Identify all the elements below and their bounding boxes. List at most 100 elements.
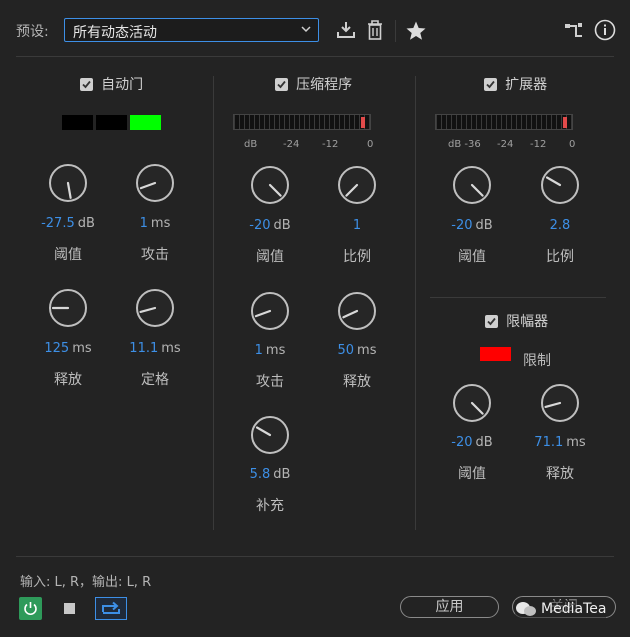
limiter-indicator-label: 限制 [523, 353, 551, 369]
watermark-text: MediaTea [541, 601, 607, 617]
route-icon[interactable] [564, 21, 584, 45]
expander-scale-12: -12 [530, 139, 547, 150]
compressor-toggle[interactable]: 压缩程序 [275, 74, 352, 94]
expander-1-label: 阈值 [458, 249, 486, 265]
compressor-scale-24: -24 [283, 139, 300, 150]
compressor-meter [233, 114, 371, 130]
gate-toggle[interactable]: 自动门 [80, 74, 143, 94]
compressor-1-value[interactable]: -20 dB [225, 218, 315, 233]
compressor-2-value-number[interactable]: 1 [353, 218, 361, 233]
compressor-3-value[interactable]: 1 ms [225, 343, 315, 358]
limiter-indicator [480, 347, 511, 361]
gate-4-value[interactable]: 11.1 ms [110, 341, 200, 356]
compressor-scale-12: -12 [322, 139, 339, 150]
checkbox-checked-icon[interactable] [485, 315, 498, 328]
io-routing-text: 输入: L, R，输出: L, R [20, 575, 152, 590]
gate-4-label: 定格 [141, 372, 169, 388]
limiter-2-value-unit: ms [566, 435, 586, 450]
power-icon [24, 602, 37, 616]
gate-2-value-unit: ms [150, 216, 171, 231]
expander-1-value[interactable]: -20 dB [427, 218, 517, 233]
gate-3-value[interactable]: 125 ms [23, 341, 113, 356]
compressor-5-value-unit: dB [273, 467, 291, 482]
compressor-4-value-number[interactable]: 50 [338, 343, 355, 358]
compressor-4-knob[interactable] [337, 291, 377, 331]
compressor-4-value[interactable]: 50 ms [312, 343, 402, 358]
compressor-5-label: 补充 [256, 498, 284, 514]
gate-4-knob[interactable] [135, 288, 175, 328]
gate-1-value[interactable]: -27.5 dB [23, 216, 113, 231]
expander-1-knob[interactable] [452, 165, 492, 205]
limiter-1-knob[interactable] [452, 383, 492, 423]
limiter-1-label: 阈值 [458, 466, 486, 482]
apply-button[interactable]: 应用 [400, 596, 499, 618]
expander-2-value-number[interactable]: 2.8 [550, 218, 571, 233]
chevron-down-icon [300, 22, 312, 40]
preset-dropdown[interactable]: 所有动态活动 [64, 18, 319, 42]
compressor-5-value-number[interactable]: 5.8 [250, 467, 271, 482]
expander-2-value[interactable]: 2.8 [515, 218, 605, 233]
gate-1-label: 阈值 [54, 247, 82, 263]
gate-4-value-number[interactable]: 11.1 [129, 341, 158, 356]
gate-1-value-number[interactable]: -27.5 [41, 216, 75, 231]
gate-2-knob[interactable] [135, 163, 175, 203]
power-button[interactable] [19, 597, 42, 620]
expander-title: 扩展器 [505, 77, 548, 93]
download-icon[interactable] [335, 20, 357, 44]
compressor-3-value-unit: ms [265, 343, 286, 358]
loop-button[interactable] [95, 597, 127, 620]
compressor-2-value[interactable]: 1 [312, 218, 402, 233]
compressor-1-label: 阈值 [256, 249, 284, 265]
star-icon[interactable] [405, 20, 427, 46]
gate-title: 自动门 [101, 77, 144, 93]
gate-led-1 [62, 115, 93, 130]
gate-level-leds [62, 115, 161, 130]
stop-button[interactable] [64, 603, 75, 614]
compressor-scale-0: 0 [367, 139, 374, 150]
gate-4-value-unit: ms [161, 341, 181, 356]
compressor-3-value-number[interactable]: 1 [255, 343, 263, 358]
limiter-2-label: 释放 [546, 466, 574, 482]
limiter-1-value[interactable]: -20 dB [427, 435, 517, 450]
gate-3-label: 释放 [54, 372, 82, 388]
compressor-5-knob[interactable] [250, 415, 290, 455]
gate-2-value[interactable]: 1 ms [110, 216, 200, 231]
gate-led-2 [96, 115, 127, 130]
compressor-4-value-unit: ms [357, 343, 377, 358]
checkbox-checked-icon[interactable] [80, 78, 93, 91]
gate-1-value-unit: dB [77, 216, 95, 231]
wechat-icon [516, 602, 536, 616]
watermark: MediaTea [515, 600, 607, 618]
compressor-3-knob[interactable] [250, 291, 290, 331]
limiter-2-value-number[interactable]: 71.1 [534, 435, 563, 450]
expander-toggle[interactable]: 扩展器 [484, 74, 547, 94]
compressor-2-label: 比例 [343, 249, 371, 265]
expander-1-value-number[interactable]: -20 [451, 218, 472, 233]
expander-2-knob[interactable] [540, 165, 580, 205]
gate-2-value-number[interactable]: 1 [140, 216, 148, 231]
gate-3-value-unit: ms [72, 341, 92, 356]
limiter-2-knob[interactable] [540, 383, 580, 423]
compressor-5-value[interactable]: 5.8 dB [225, 467, 315, 482]
compressor-title: 压缩程序 [296, 77, 353, 93]
trash-icon[interactable] [366, 19, 384, 45]
limiter-1-value-unit: dB [475, 435, 493, 450]
compressor-scale-db: dB [244, 139, 258, 150]
gate-3-knob[interactable] [48, 288, 88, 328]
expander-1-value-unit: dB [475, 218, 493, 233]
gate-led-3 [130, 115, 161, 130]
info-icon[interactable] [594, 19, 616, 45]
gate-1-knob[interactable] [48, 163, 88, 203]
expander-scale-24: -24 [497, 139, 514, 150]
limiter-2-value[interactable]: 71.1 ms [515, 435, 605, 450]
checkbox-checked-icon[interactable] [484, 78, 497, 91]
compressor-1-value-unit: dB [273, 218, 291, 233]
loop-icon [102, 601, 120, 614]
compressor-1-value-number[interactable]: -20 [249, 218, 270, 233]
checkbox-checked-icon[interactable] [275, 78, 288, 91]
limiter-toggle[interactable]: 限幅器 [485, 311, 548, 331]
limiter-1-value-number[interactable]: -20 [451, 435, 472, 450]
compressor-2-knob[interactable] [337, 165, 377, 205]
compressor-1-knob[interactable] [250, 165, 290, 205]
gate-3-value-number[interactable]: 125 [44, 341, 69, 356]
